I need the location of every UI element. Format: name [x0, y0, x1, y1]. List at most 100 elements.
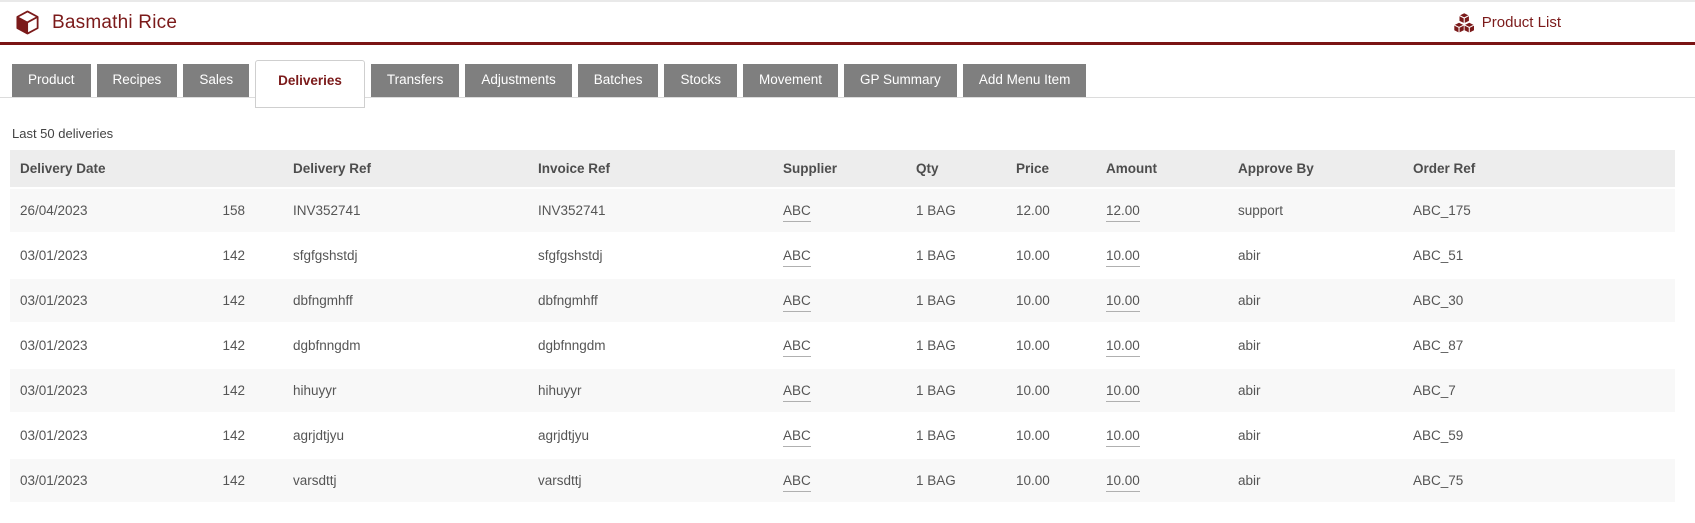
product-list-link[interactable]: Product List	[1451, 12, 1561, 33]
cell-num: 142	[150, 413, 283, 459]
supplier-link[interactable]: ABC	[783, 473, 811, 492]
tab-adjustments[interactable]: Adjustments	[465, 64, 572, 97]
cell-order_ref: ABC_30	[1403, 278, 1675, 324]
cell-price: 10.00	[1006, 458, 1096, 504]
tab-gp-summary[interactable]: GP Summary	[844, 64, 957, 97]
cell-qty: 1 BAG	[906, 233, 1006, 279]
cell-qty: 1 BAG	[906, 323, 1006, 369]
cell-approve_by: abir	[1228, 458, 1403, 504]
supplier-link[interactable]: ABC	[783, 248, 811, 267]
col-invoice-ref: Invoice Ref	[528, 150, 773, 189]
col-price: Price	[1006, 150, 1096, 189]
tab-add-menu-item[interactable]: Add Menu Item	[962, 64, 1087, 97]
cell-price: 12.00	[1006, 188, 1096, 234]
cell-price: 10.00	[1006, 413, 1096, 459]
cell-amount: 10.00	[1096, 413, 1228, 459]
col-qty: Qty	[906, 150, 1006, 189]
cell-order_ref: ABC_87	[1403, 323, 1675, 369]
tab-batches[interactable]: Batches	[577, 64, 659, 97]
tab-sales[interactable]: Sales	[183, 64, 250, 97]
cell-order_ref: ABC_59	[1403, 413, 1675, 459]
amount-value[interactable]: 10.00	[1106, 473, 1140, 492]
cell-price: 10.00	[1006, 233, 1096, 279]
tab-product[interactable]: Product	[12, 64, 91, 97]
supplier-link[interactable]: ABC	[783, 338, 811, 357]
cell-invoice_ref: sfgfgshstdj	[528, 233, 773, 279]
product-list-label: Product List	[1481, 14, 1561, 31]
cell-qty: 1 BAG	[906, 458, 1006, 504]
header-divider	[0, 42, 1695, 45]
cell-order_ref: ABC_51	[1403, 233, 1675, 279]
cell-date: 03/01/2023	[10, 278, 150, 324]
product-brand: Basmathi Rice	[14, 9, 177, 36]
cell-supplier: ABC	[773, 323, 906, 369]
amount-value[interactable]: 10.00	[1106, 338, 1140, 357]
cell-invoice_ref: dgbfnngdm	[528, 323, 773, 369]
col-delivery-ref: Delivery Ref	[283, 150, 528, 189]
cell-delivery_ref: INV352741	[283, 188, 528, 234]
tab-deliveries[interactable]: Deliveries	[255, 60, 365, 108]
deliveries-table-body: 26/04/2023 158 INV352741 INV352741 ABC 1 BAG 1…	[10, 188, 1675, 504]
cell-supplier: ABC	[773, 233, 906, 279]
tab-stocks[interactable]: Stocks	[664, 64, 737, 97]
cell-amount: 10.00	[1096, 233, 1228, 279]
supplier-link[interactable]: ABC	[783, 383, 811, 402]
cell-delivery_ref: dbfngmhff	[283, 278, 528, 324]
supplier-link[interactable]: ABC	[783, 428, 811, 447]
cell-qty: 1 BAG	[906, 413, 1006, 459]
cell-order_ref: ABC_75	[1403, 458, 1675, 504]
cell-invoice_ref: varsdttj	[528, 458, 773, 504]
supplier-link[interactable]: ABC	[783, 203, 811, 222]
table-row: 03/01/2023 142 agrjdtjyu agrjdtjyu ABC 1 BAG 1…	[10, 413, 1675, 459]
table-row: 03/01/2023 142 sfgfgshstdj sfgfgshstdj ABC 1 …	[10, 233, 1675, 279]
cell-price: 10.00	[1006, 278, 1096, 324]
cell-qty: 1 BAG	[906, 278, 1006, 324]
cell-delivery_ref: hihuyyr	[283, 368, 528, 414]
cell-date: 03/01/2023	[10, 413, 150, 459]
tab-movement[interactable]: Movement	[743, 64, 839, 97]
cell-order_ref: ABC_175	[1403, 188, 1675, 234]
cell-qty: 1 BAG	[906, 188, 1006, 234]
top-bar: Basmathi Rice Product List	[0, 2, 1695, 42]
cell-invoice_ref: dbfngmhff	[528, 278, 773, 324]
tab-transfers[interactable]: Transfers	[370, 64, 460, 97]
cell-approve_by: abir	[1228, 368, 1403, 414]
table-row: 26/04/2023 158 INV352741 INV352741 ABC 1 BAG 1…	[10, 188, 1675, 234]
amount-value[interactable]: 10.00	[1106, 248, 1140, 267]
cell-supplier: ABC	[773, 278, 906, 324]
cell-num: 142	[150, 368, 283, 414]
col-delivery-number	[150, 150, 283, 189]
cell-invoice_ref: INV352741	[528, 188, 773, 234]
cell-price: 10.00	[1006, 323, 1096, 369]
col-approve-by: Approve By	[1228, 150, 1403, 189]
amount-value[interactable]: 12.00	[1106, 203, 1140, 222]
cell-supplier: ABC	[773, 188, 906, 234]
cell-price: 10.00	[1006, 368, 1096, 414]
cell-delivery_ref: dgbfnngdm	[283, 323, 528, 369]
page-title: Basmathi Rice	[52, 11, 178, 33]
cell-amount: 10.00	[1096, 278, 1228, 324]
table-row: 03/01/2023 142 varsdttj varsdttj ABC 1 BAG 10.…	[10, 458, 1675, 504]
amount-value[interactable]: 10.00	[1106, 293, 1140, 312]
table-caption: Last 50 deliveries	[12, 126, 114, 141]
cell-amount: 10.00	[1096, 368, 1228, 414]
cell-amount: 12.00	[1096, 188, 1228, 234]
cell-date: 03/01/2023	[10, 323, 150, 369]
cell-date: 03/01/2023	[10, 458, 150, 504]
amount-value[interactable]: 10.00	[1106, 428, 1140, 447]
cell-approve_by: abir	[1228, 413, 1403, 459]
amount-value[interactable]: 10.00	[1106, 383, 1140, 402]
cell-invoice_ref: agrjdtjyu	[528, 413, 773, 459]
cell-num: 142	[150, 233, 283, 279]
cell-date: 26/04/2023	[10, 188, 150, 234]
cube-icon	[14, 9, 41, 36]
col-order-ref: Order Ref	[1403, 150, 1675, 189]
cell-delivery_ref: agrjdtjyu	[283, 413, 528, 459]
table-row: 03/01/2023 142 dgbfnngdm dgbfnngdm ABC 1 BAG 1…	[10, 323, 1675, 369]
col-supplier: Supplier	[773, 150, 906, 189]
supplier-link[interactable]: ABC	[783, 293, 811, 312]
cell-num: 158	[150, 188, 283, 234]
cell-num: 142	[150, 323, 283, 369]
tab-recipes[interactable]: Recipes	[96, 64, 178, 97]
cell-amount: 10.00	[1096, 458, 1228, 504]
